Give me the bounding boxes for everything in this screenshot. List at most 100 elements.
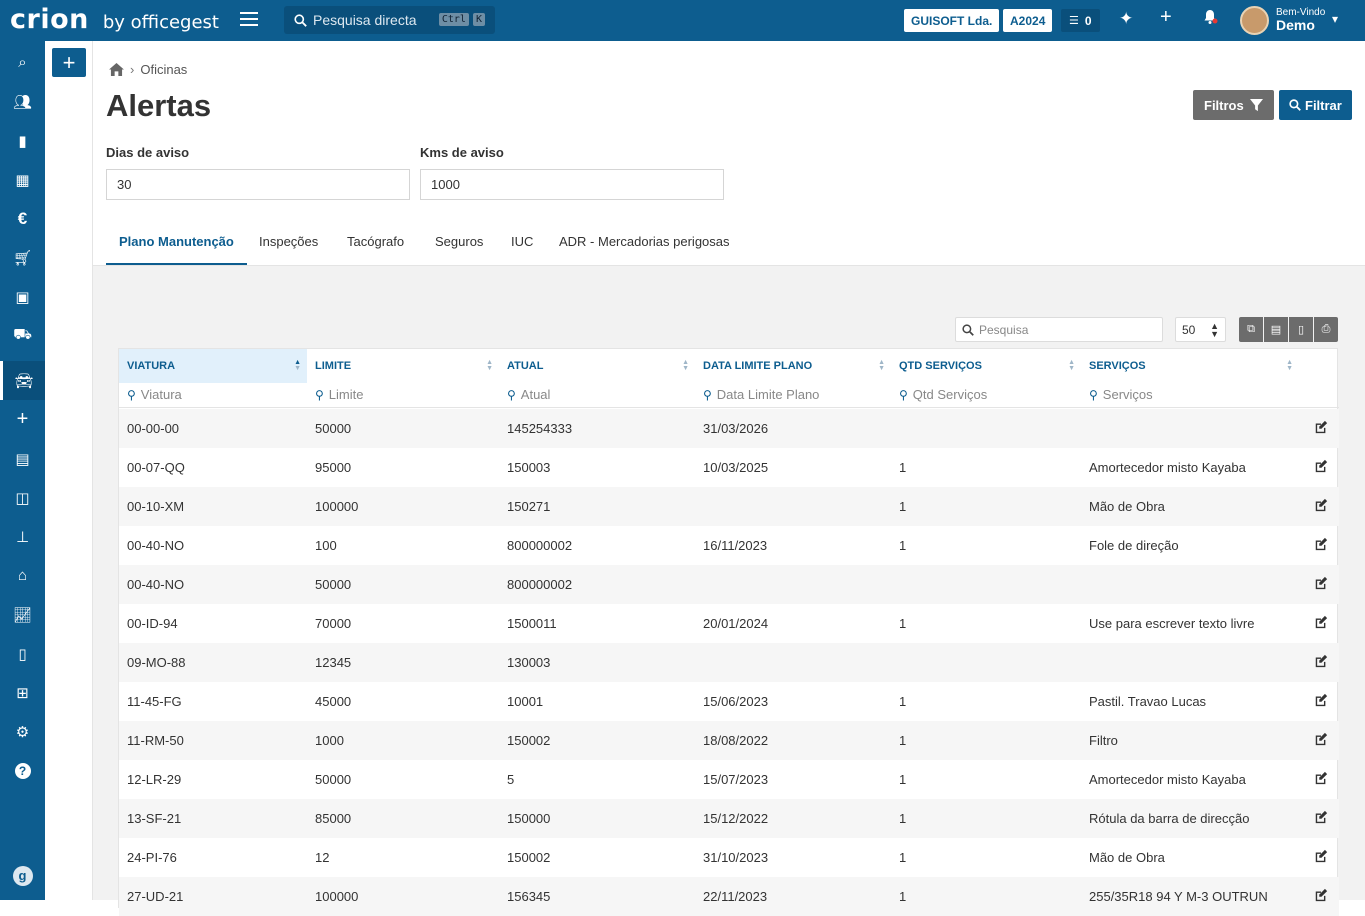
search-icon[interactable]: ⌕ [0, 43, 45, 82]
table-row[interactable]: 00-40-NO 100 800000002 16/11/2023 1 Fole de d… [119, 526, 1339, 565]
table-cell: 150003 [507, 460, 551, 475]
global-search[interactable]: Pesquisa directa Ctrl K [284, 6, 495, 34]
brand-logo[interactable]: crion by officegest [10, 4, 219, 35]
filter-qtd-servicos[interactable]: ⚲ Qtd Serviços [899, 387, 987, 402]
table-row[interactable]: 00-ID-94 70000 1500011 20/01/2024 1 Use para … [119, 604, 1339, 643]
dias-label: Dias de aviso [106, 145, 190, 160]
column-viatura[interactable]: VIATURA ▲ ▼ [119, 349, 307, 383]
edit-icon[interactable] [1314, 849, 1328, 863]
table-row[interactable]: 11-45-FG 45000 10001 15/06/2023 1 Pastil. Tra… [119, 682, 1339, 721]
table-cell: 15/07/2023 [703, 772, 769, 787]
money-icon[interactable]: ▣ [0, 277, 45, 316]
brand-sub: by officegest [102, 12, 219, 33]
tab-plano-manutencao[interactable]: Plano Manutenção [119, 234, 234, 249]
chart-icon[interactable]: 📈︎ [0, 595, 45, 634]
table-row[interactable]: 00-10-XM 100000 150271 1 Mão de Obra [119, 487, 1339, 526]
table-cell: 156345 [507, 889, 551, 904]
column-limite[interactable]: LIMITE ▲ ▼ [307, 349, 499, 383]
table-cell: 1 [899, 889, 907, 904]
dias-input[interactable]: 30 [106, 169, 410, 200]
column-atual[interactable]: ATUAL ▲ ▼ [499, 349, 695, 383]
table-row[interactable]: 27-UD-21 100000 156345 22/11/2023 1 255/35R18… [119, 877, 1339, 916]
edit-icon[interactable] [1314, 615, 1328, 629]
home-icon[interactable] [109, 63, 124, 76]
help-icon[interactable]: ? [0, 751, 45, 790]
edit-icon[interactable] [1314, 654, 1328, 668]
table-cell: Fole de direção [1089, 538, 1179, 553]
table-row[interactable]: 00-40-NO 50000 800000002 [119, 565, 1339, 604]
add-icon[interactable]: + [1160, 6, 1172, 29]
plus-icon[interactable]: + [0, 400, 45, 439]
cogs-icon[interactable]: ⚙ [0, 712, 45, 751]
filtrar-button[interactable]: Filtrar [1279, 90, 1352, 120]
column-qtd-servicos[interactable]: QTD SERVIÇOS ▲ ▼ [891, 349, 1081, 383]
table-search-input[interactable]: Pesquisa [955, 317, 1163, 342]
table-row[interactable]: 12-LR-29 50000 5 15/07/2023 1 Amortecedor mis… [119, 760, 1339, 799]
box-icon[interactable]: ◫ [0, 478, 45, 517]
tab-adr[interactable]: ADR - Mercadorias perigosas [559, 234, 730, 249]
column-servicos[interactable]: SERVIÇOS ▲ ▼ [1081, 349, 1299, 383]
excel-icon[interactable]: ▤ [1264, 317, 1288, 342]
table-icon[interactable]: ⊞ [0, 673, 45, 712]
quick-add-button[interactable]: + [52, 48, 86, 77]
avatar[interactable] [1240, 6, 1269, 35]
copy-icon[interactable]: ⧉ [1239, 317, 1263, 342]
tasks-button[interactable]: ☰ 0 [1061, 9, 1100, 32]
users-icon[interactable]: 👥︎ [0, 82, 45, 121]
filter-servicos[interactable]: ⚲ Serviços [1089, 387, 1153, 402]
filtros-label: Filtros [1204, 97, 1244, 113]
g-icon[interactable]: g [0, 856, 45, 895]
edit-icon[interactable] [1314, 420, 1328, 434]
filter-viatura[interactable]: ⚲ Viatura [127, 387, 182, 402]
calculator-icon[interactable]: ▤ [0, 439, 45, 478]
edit-icon[interactable] [1314, 576, 1328, 590]
table-row[interactable]: 00-07-QQ 95000 150003 10/03/2025 1 Amortecedo… [119, 448, 1339, 487]
bell-icon[interactable] [1202, 9, 1218, 30]
filtros-button[interactable]: Filtros [1193, 90, 1274, 120]
tab-iuc[interactable]: IUC [511, 234, 533, 249]
table-row[interactable]: 11-RM-50 1000 150002 18/08/2022 1 Filtro [119, 721, 1339, 760]
table-cell: 10001 [507, 694, 544, 709]
edit-icon[interactable] [1314, 732, 1328, 746]
kms-input[interactable]: 1000 [420, 169, 724, 200]
filter-atual[interactable]: ⚲ Atual [507, 387, 550, 402]
tab-seguros[interactable]: Seguros [435, 234, 483, 249]
filter-limite[interactable]: ⚲ Limite [315, 387, 363, 402]
tab-tacografo[interactable]: Tacógrafo [347, 234, 404, 249]
column-data-limite[interactable]: DATA LIMITE PLANO ▲ ▼ [695, 349, 891, 383]
table-row[interactable]: 00-00-00 50000 145254333 31/03/2026 [119, 409, 1339, 448]
car-crash-icon[interactable]: ⛟ [0, 316, 45, 355]
edit-icon[interactable] [1314, 498, 1328, 512]
table-cell: 50000 [315, 772, 352, 787]
company-button[interactable]: GUISOFT Lda. [904, 9, 1000, 32]
chevron-down-icon[interactable]: ▾ [1332, 12, 1338, 26]
table-cell: 150000 [507, 811, 551, 826]
year-button[interactable]: A2024 [1003, 9, 1053, 32]
edit-icon[interactable] [1314, 693, 1328, 707]
file-icon[interactable]: ▯ [0, 634, 45, 673]
breadcrumb-current[interactable]: Oficinas [140, 62, 187, 77]
car-icon[interactable]: 🚘︎ [0, 361, 45, 400]
print-icon[interactable]: ⎙ [1314, 317, 1338, 342]
filter-data-limite[interactable]: ⚲ Data Limite Plano [703, 387, 819, 402]
cart-icon[interactable]: 🛒︎ [0, 238, 45, 277]
edit-icon[interactable] [1314, 537, 1328, 551]
table-row[interactable]: 13-SF-21 85000 150000 15/12/2022 1 Rótula da … [119, 799, 1339, 838]
sitemap-icon[interactable]: ⊥ [0, 517, 45, 556]
user-menu[interactable]: Bem-Vindo Demo [1276, 8, 1325, 33]
sparkle-icon[interactable]: ✦ [1119, 9, 1133, 29]
table-row[interactable]: 24-PI-76 12 150002 31/10/2023 1 Mão de Obra [119, 838, 1339, 877]
bank-icon[interactable]: ⌂ [0, 556, 45, 595]
warehouse-icon[interactable]: ▦ [0, 160, 45, 199]
pdf-icon[interactable]: ▯ [1289, 317, 1313, 342]
edit-icon[interactable] [1314, 459, 1328, 473]
book-icon[interactable]: ▮ [0, 121, 45, 160]
menu-toggle-icon[interactable] [240, 12, 258, 28]
per-page-select[interactable]: 50 ▲ ▼ [1175, 317, 1226, 342]
filter-placeholder: Limite [328, 387, 364, 402]
euro-icon[interactable]: € [0, 199, 45, 238]
table-row[interactable]: 09-MO-88 12345 130003 [119, 643, 1339, 682]
edit-icon[interactable] [1314, 810, 1328, 824]
edit-icon[interactable] [1314, 771, 1328, 785]
tab-inspecoes[interactable]: Inspeções [259, 234, 318, 249]
